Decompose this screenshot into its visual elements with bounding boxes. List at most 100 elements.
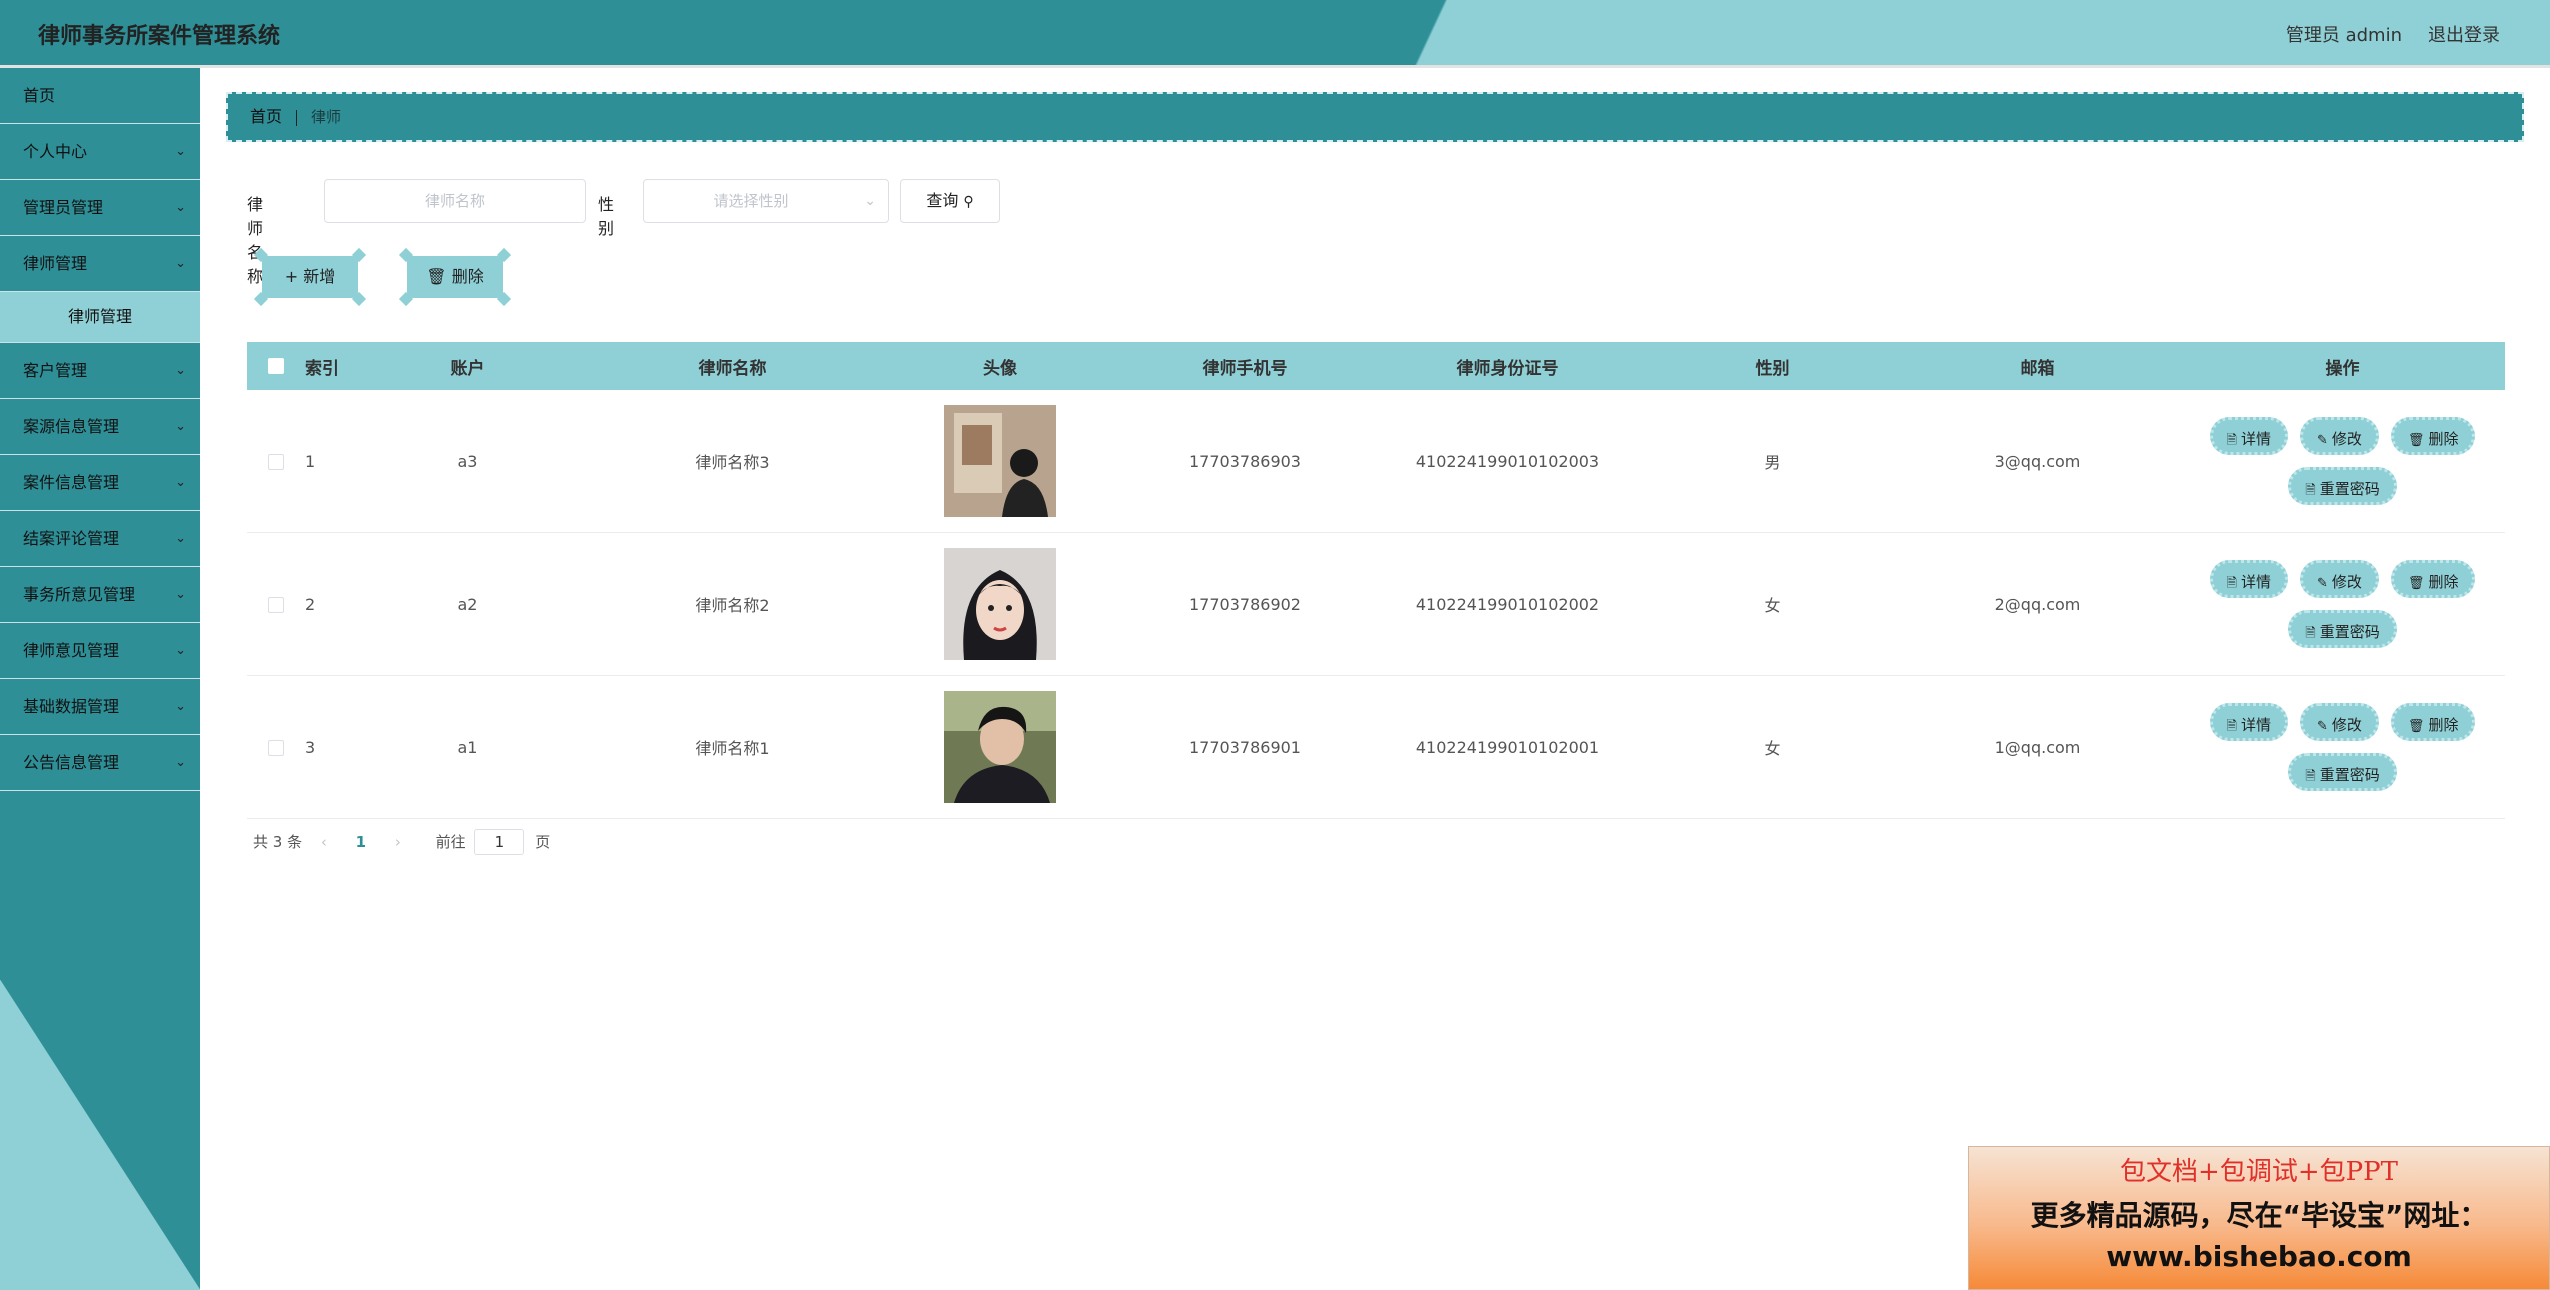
delete-label: 删除 (2428, 716, 2459, 734)
reset-password-button[interactable]: 🗎 重置密码 (2288, 610, 2397, 648)
edit-label: 修改 (2331, 716, 2362, 734)
row-sex: 女 (1764, 739, 1781, 758)
avatar-cell (875, 548, 1125, 660)
reset-password-button[interactable]: 🗎 重置密码 (2288, 753, 2397, 791)
sidebar: 首页 个人中心 ⌄ 管理员管理 ⌄ 律师管理 ⌄ 律师管理 客户管理 ⌄ 案源信息管理 ⌄… (0, 68, 200, 1290)
document-icon: 🗎 (2226, 576, 2237, 591)
row-phone: 17703786902 (1189, 594, 1301, 614)
row-index: 2 (305, 594, 316, 614)
sidebar-item-case-source-management[interactable]: 案源信息管理 ⌄ (0, 399, 200, 455)
next-page-icon[interactable]: › (395, 827, 401, 857)
page-suffix: 页 (535, 832, 551, 851)
sidebar-item-lawyer-feedback-management[interactable]: 律师意见管理 ⌄ (0, 623, 200, 679)
sidebar-item-closing-comment-management[interactable]: 结案评论管理 ⌄ (0, 511, 200, 567)
logout-link[interactable]: 退出登录 (2428, 21, 2500, 47)
detail-button[interactable]: 🗎 详情 (2209, 417, 2288, 455)
edit-icon: ✎ (2317, 719, 2328, 734)
chevron-down-icon: ⌄ (175, 419, 186, 434)
chevron-down-icon: ⌄ (175, 643, 186, 658)
corner-decoration (253, 291, 269, 307)
row-checkbox[interactable] (268, 597, 284, 613)
corner-decoration (351, 291, 367, 307)
batch-delete-label: 删除 (451, 267, 484, 286)
row-id-number: 410224199010102003 (1415, 451, 1600, 471)
query-button[interactable]: 查询 ⚲ (900, 179, 1000, 223)
sidebar-subitem-lawyer-management[interactable]: 律师管理 (0, 292, 200, 343)
detail-label: 详情 (2240, 573, 2271, 591)
sidebar-item-label: 首页 (23, 86, 56, 105)
delete-button[interactable]: 🗑 删除 (2390, 560, 2476, 598)
sidebar-item-case-info-management[interactable]: 案件信息管理 ⌄ (0, 455, 200, 511)
chevron-down-icon: ⌄ (175, 699, 186, 714)
promo-banner: 包文档+包调试+包PPT 更多精品源码，尽在“毕设宝”网址： www.bishe… (1968, 1146, 2550, 1290)
delete-button[interactable]: 🗑 删除 (2390, 703, 2476, 741)
col-account: 账户 (450, 358, 485, 379)
row-phone: 17703786901 (1189, 737, 1301, 757)
batch-delete-button[interactable]: 🗑 删除 (398, 247, 512, 307)
goto-page-input[interactable]: 1 (474, 828, 525, 855)
app-title: 律师事务所案件管理系统 (38, 24, 281, 49)
edit-label: 修改 (2331, 430, 2362, 448)
col-sex: 性别 (1755, 358, 1790, 379)
page-number[interactable]: 1 (356, 827, 366, 857)
table-row: 2 a2 律师名称2 17703786902 41022419901010200… (247, 533, 2505, 676)
delete-label: 删除 (2428, 573, 2459, 591)
chevron-down-icon: ⌄ (175, 475, 186, 490)
sidebar-item-base-data-management[interactable]: 基础数据管理 ⌄ (0, 679, 200, 735)
sidebar-item-personal-center[interactable]: 个人中心 ⌄ (0, 124, 200, 180)
prev-page-icon[interactable]: ‹ (321, 827, 327, 857)
chevron-down-icon: ⌄ (175, 256, 186, 271)
chevron-down-icon: ⌄ (175, 531, 186, 546)
sidebar-item-notice-management[interactable]: 公告信息管理 ⌄ (0, 735, 200, 791)
col-phone: 律师手机号 (1202, 358, 1288, 379)
row-checkbox[interactable] (268, 740, 284, 756)
add-button[interactable]: + 新增 (253, 247, 367, 307)
edit-button[interactable]: ✎ 修改 (2300, 417, 2379, 455)
detail-button[interactable]: 🗎 详情 (2209, 560, 2288, 598)
detail-button[interactable]: 🗎 详情 (2209, 703, 2288, 741)
sidebar-decoration (0, 980, 200, 1290)
goto-label: 前往 (435, 832, 466, 851)
promo-line-2: 更多精品源码，尽在“毕设宝”网址： (2030, 1199, 2488, 1232)
reset-password-button[interactable]: 🗎 重置密码 (2288, 467, 2397, 505)
select-all-checkbox[interactable] (268, 358, 284, 374)
name-search-input[interactable]: 律师名称 (324, 179, 586, 223)
document-icon: 🗎 (2305, 483, 2316, 498)
corner-decoration (496, 247, 512, 263)
col-actions: 操作 (2325, 358, 2360, 379)
sex-select[interactable]: 请选择性别 ⌄ (643, 179, 889, 223)
sidebar-item-lawyer-management[interactable]: 律师管理 ⌄ (0, 236, 200, 292)
main-content: 首页 律师 律师名称 律师名称 性别 请选择性别 ⌄ 查询 ⚲ + 新增 🗑 删除… (200, 68, 2550, 1290)
row-email: 3@qq.com (1994, 451, 2081, 471)
row-account: a1 (457, 737, 478, 757)
sidebar-item-home[interactable]: 首页 (0, 68, 200, 124)
sidebar-item-admin-management[interactable]: 管理员管理 ⌄ (0, 180, 200, 236)
sidebar-item-firm-feedback-management[interactable]: 事务所意见管理 ⌄ (0, 567, 200, 623)
row-name: 律师名称1 (695, 739, 770, 758)
avatar-cell (875, 405, 1125, 517)
col-email: 邮箱 (2020, 358, 2055, 379)
reset-password-label: 重置密码 (2319, 766, 2380, 784)
trash-icon: 🗑 (426, 267, 447, 286)
breadcrumb: 首页 律师 (226, 92, 2524, 142)
edit-button[interactable]: ✎ 修改 (2300, 703, 2379, 741)
row-checkbox[interactable] (268, 454, 284, 470)
row-name: 律师名称3 (695, 453, 770, 472)
name-search-label: 律师名称 (247, 195, 264, 286)
row-actions: 🗎 详情 ✎ 修改 🗑 删除 🗎 重置密码 (2180, 560, 2505, 648)
chevron-down-icon: ⌄ (175, 587, 186, 602)
delete-button[interactable]: 🗑 删除 (2390, 417, 2476, 455)
row-email: 1@qq.com (1994, 737, 2081, 757)
sidebar-item-label: 管理员管理 (23, 198, 104, 217)
reset-password-label: 重置密码 (2319, 480, 2380, 498)
sidebar-item-label: 个人中心 (23, 142, 88, 161)
detail-label: 详情 (2240, 716, 2271, 734)
avatar (944, 548, 1056, 660)
sidebar-item-customer-management[interactable]: 客户管理 ⌄ (0, 343, 200, 399)
chevron-down-icon: ⌄ (175, 363, 186, 378)
sidebar-item-label: 律师意见管理 (23, 641, 120, 660)
document-icon: 🗎 (2305, 769, 2316, 784)
row-id-number: 410224199010102001 (1415, 737, 1600, 757)
edit-button[interactable]: ✎ 修改 (2300, 560, 2379, 598)
breadcrumb-home[interactable]: 首页 (250, 107, 282, 126)
